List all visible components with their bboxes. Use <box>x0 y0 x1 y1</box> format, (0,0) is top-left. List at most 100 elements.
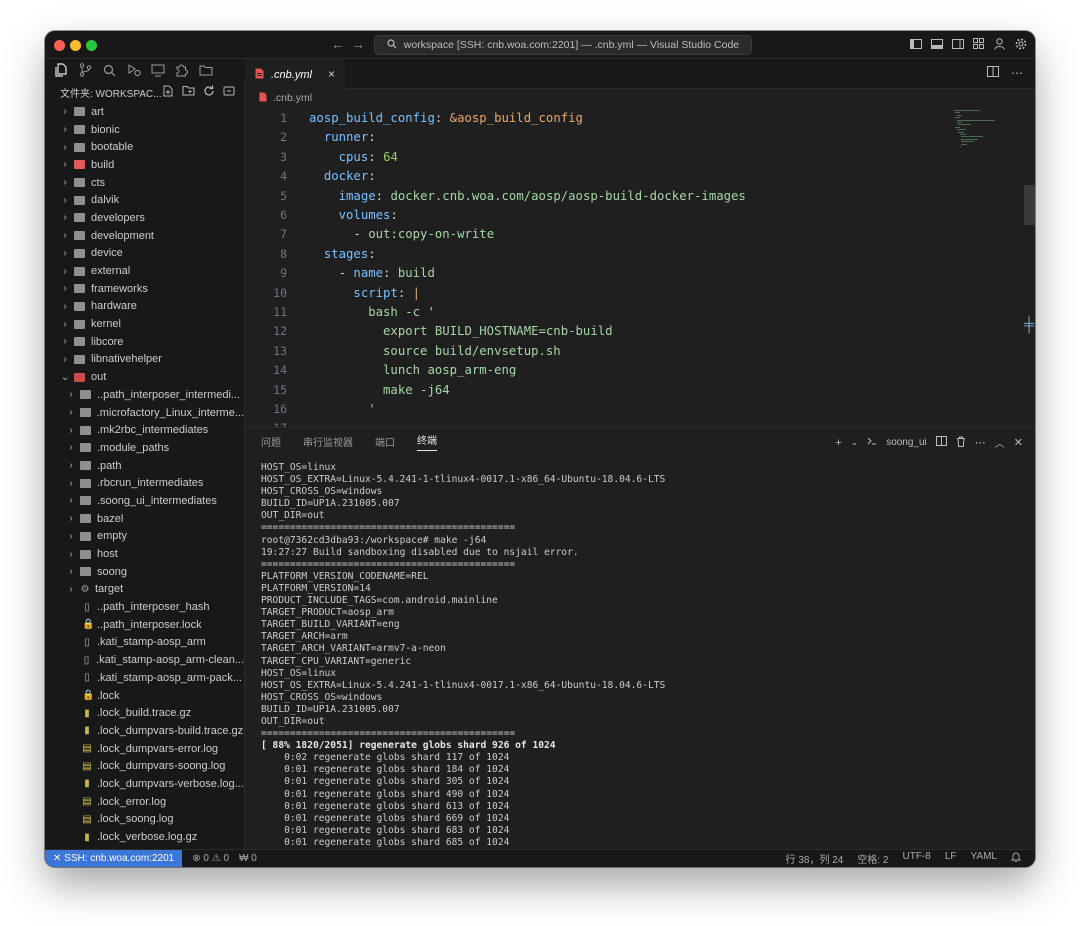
new-terminal-icon[interactable]: + <box>835 437 841 449</box>
tree-item-label: bazel <box>97 512 124 525</box>
ports-indicator[interactable]: ₩ 0 <box>239 853 257 864</box>
tree-item[interactable]: ▤ .lock_soong.log <box>45 811 244 829</box>
tree-item[interactable]: ▮ .lock_dumpvars-build.trace.gz <box>45 722 244 740</box>
tree-item[interactable]: ▮ .lock_build.trace.gz <box>45 704 244 722</box>
tree-item[interactable]: ▤ .lock_error.log <box>45 793 244 811</box>
cursor-position[interactable]: 行 38，列 24 <box>786 851 844 866</box>
close-icon[interactable]: × <box>328 67 335 81</box>
gear-icon[interactable] <box>1014 37 1027 50</box>
close-panel-icon[interactable]: ✕ <box>1014 436 1023 449</box>
account-icon[interactable] <box>993 37 1006 50</box>
split-editor-icon[interactable] <box>987 66 999 80</box>
toggle-panel-icon[interactable] <box>930 37 943 50</box>
panel-tab[interactable]: 问题 <box>261 434 281 449</box>
tree-item[interactable]: › hardware <box>45 298 244 316</box>
tree-item[interactable]: 🔒 .lock <box>45 687 244 705</box>
maximize-window-button[interactable] <box>86 40 97 51</box>
bell-icon[interactable] <box>1010 851 1022 866</box>
terminal-name[interactable]: soong_ui <box>886 437 927 448</box>
panel-tab[interactable]: 串行监视器 <box>303 434 353 449</box>
more-actions-icon[interactable]: ⋯ <box>1011 66 1023 80</box>
tree-item[interactable]: › build <box>45 156 244 174</box>
tree-item[interactable]: ▤ .lock_dumpvars-soong.log <box>45 757 244 775</box>
split-terminal-icon[interactable] <box>935 436 947 449</box>
language-mode[interactable]: YAML <box>971 851 998 866</box>
resize-handle-icon[interactable]: ╪ <box>1024 316 1034 332</box>
customize-layout-icon[interactable] <box>972 37 985 50</box>
minimize-window-button[interactable] <box>70 40 81 51</box>
tree-item[interactable]: ▮ .lock_verbose.log.gz <box>45 828 244 846</box>
scrollbar-thumb[interactable] <box>1024 185 1035 225</box>
tree-item[interactable]: › development <box>45 227 244 245</box>
collapse-all-icon[interactable] <box>223 85 235 100</box>
encoding[interactable]: UTF-8 <box>902 851 930 866</box>
tree-item[interactable]: › bazel <box>45 510 244 528</box>
refresh-icon[interactable] <box>203 85 215 100</box>
more-actions-icon[interactable]: ⋯ <box>975 436 986 449</box>
tree-item[interactable]: ▯ .kati_stamp-aosp_arm-pack... <box>45 669 244 687</box>
tree-item[interactable]: ▯ .kati_stamp-aosp_arm <box>45 634 244 652</box>
chevron-down-icon[interactable]: ⌄ <box>851 437 859 448</box>
tree-item[interactable]: › .module_paths <box>45 439 244 457</box>
tree-item[interactable]: › .mk2rbc_intermediates <box>45 421 244 439</box>
trash-icon[interactable] <box>956 436 966 450</box>
explorer-icon[interactable] <box>54 63 69 78</box>
panel-tab[interactable]: 端口 <box>375 434 395 449</box>
tree-item[interactable]: › libnativehelper <box>45 351 244 369</box>
tree-item[interactable]: › ⚙ target <box>45 581 244 599</box>
code-editor[interactable]: 1 aosp_build_config: &aosp_build_config 2 … <box>245 107 1035 427</box>
search-icon[interactable] <box>102 63 117 78</box>
back-arrow-icon[interactable]: ← <box>331 36 345 52</box>
tree-item[interactable]: ▤ .lock_dumpvars-error.log <box>45 740 244 758</box>
tree-item[interactable]: › ..path_interposer_intermedi... <box>45 386 244 404</box>
command-center-search[interactable]: workspace [SSH: cnb.woa.com:2201] — .cnb… <box>374 35 752 55</box>
maximize-panel-icon[interactable]: ︿ <box>995 435 1005 450</box>
forward-arrow-icon[interactable]: → <box>351 36 365 52</box>
minimap[interactable] <box>954 107 1024 187</box>
tree-item[interactable]: › empty <box>45 528 244 546</box>
tree-item[interactable]: › bootable <box>45 138 244 156</box>
tree-item[interactable]: ▮ .lock_dumpvars-verbose.log... <box>45 775 244 793</box>
panel-tab[interactable]: 终端 <box>417 432 437 451</box>
extensions-icon[interactable] <box>174 63 189 78</box>
breadcrumb[interactable]: .cnb.yml <box>245 89 1035 107</box>
new-folder-icon[interactable] <box>182 85 195 100</box>
tree-item[interactable]: › external <box>45 262 244 280</box>
source-control-icon[interactable] <box>78 63 93 78</box>
toggle-sidebar-icon[interactable] <box>909 37 922 50</box>
tree-item[interactable]: › art <box>45 103 244 121</box>
search-icon <box>387 39 404 51</box>
tree-item[interactable]: › host <box>45 545 244 563</box>
remote-indicator[interactable]: ✕ SSH: cnb.woa.com:2201 <box>45 849 183 867</box>
tree-item[interactable]: › dalvik <box>45 191 244 209</box>
line-ending[interactable]: LF <box>945 851 957 866</box>
code-line: 7 - out:copy-on-write <box>245 225 965 244</box>
tree-item[interactable]: › .microfactory_Linux_interme... <box>45 404 244 422</box>
tab-cnb-yml[interactable]: .cnb.yml × <box>245 59 345 89</box>
tree-item[interactable]: ⌄ out <box>45 368 244 386</box>
tree-item[interactable]: ▯ .kati_stamp-aosp_arm-clean... <box>45 651 244 669</box>
run-debug-icon[interactable] <box>126 63 141 78</box>
tree-item[interactable]: › soong <box>45 563 244 581</box>
tree-item[interactable]: › .soong_ui_intermediates <box>45 492 244 510</box>
tree-item[interactable]: ▯ ..path_interposer_hash <box>45 598 244 616</box>
tree-item[interactable]: › .rbcrun_intermediates <box>45 474 244 492</box>
editor-scrollbar[interactable] <box>1024 107 1035 427</box>
tree-item[interactable]: › frameworks <box>45 280 244 298</box>
tree-item[interactable]: › .path <box>45 457 244 475</box>
new-file-icon[interactable] <box>162 85 174 100</box>
terminal-output[interactable]: HOST_OS=linux HOST_OS_EXTRA=Linux-5.4.241… <box>261 462 1021 850</box>
toggle-secondary-sidebar-icon[interactable] <box>951 37 964 50</box>
tree-item[interactable]: › bionic <box>45 121 244 139</box>
remote-explorer-icon[interactable] <box>150 63 165 78</box>
tree-item[interactable]: › cts <box>45 174 244 192</box>
close-window-button[interactable] <box>54 40 65 51</box>
tree-item[interactable]: › libcore <box>45 333 244 351</box>
tree-item[interactable]: 🔒 ..path_interposer.lock <box>45 616 244 634</box>
problems-indicator[interactable]: ⊗ 0 ⚠ 0 <box>192 853 229 864</box>
tree-item[interactable]: › kernel <box>45 315 244 333</box>
folder-icon[interactable] <box>198 63 213 78</box>
tree-item[interactable]: › developers <box>45 209 244 227</box>
indentation[interactable]: 空格: 2 <box>857 851 888 866</box>
tree-item[interactable]: › device <box>45 245 244 263</box>
